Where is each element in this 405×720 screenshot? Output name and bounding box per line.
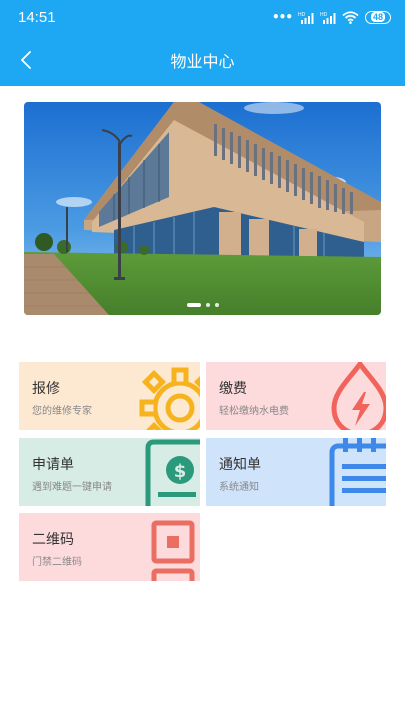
tile-title: 通知单 bbox=[219, 457, 261, 473]
status-bar: 14:51 ••• HD HD 48 bbox=[0, 0, 405, 34]
svg-text:HD: HD bbox=[320, 12, 328, 18]
tile-application[interactable]: $ 申请单 遇到难题一键申请 bbox=[19, 438, 200, 506]
status-time: 14:51 bbox=[18, 9, 56, 26]
carousel-dot[interactable] bbox=[205, 303, 210, 307]
battery-icon: 48 bbox=[365, 10, 391, 24]
tile-payment[interactable]: 缴费 轻松缴纳水电费 bbox=[206, 362, 386, 430]
svg-text:$: $ bbox=[174, 461, 187, 482]
tile-title: 二维码 bbox=[32, 532, 74, 548]
page-title: 物业中心 bbox=[170, 52, 235, 71]
tile-title: 缴费 bbox=[219, 381, 247, 397]
status-icons: ••• HD HD 48 bbox=[272, 9, 391, 25]
dollar-document-icon: $ bbox=[145, 439, 200, 506]
tile-title: 申请单 bbox=[32, 457, 74, 473]
tile-subtitle: 遇到难题一键申请 bbox=[32, 482, 112, 493]
tile-subtitle: 系统通知 bbox=[219, 482, 259, 493]
tile-subtitle: 门禁二维码 bbox=[32, 557, 82, 568]
tile-subtitle: 您的维修专家 bbox=[32, 406, 92, 417]
more-dots-icon: ••• bbox=[271, 10, 293, 24]
carousel-dot-active[interactable] bbox=[186, 303, 201, 307]
signal-icon-2: HD bbox=[320, 12, 336, 24]
tile-subtitle: 轻松缴纳水电费 bbox=[219, 406, 289, 417]
tile-title: 报修 bbox=[32, 381, 60, 397]
tile-notice[interactable]: 通知单 系统通知 bbox=[206, 438, 386, 506]
qr-code-icon bbox=[151, 520, 195, 581]
gear-icon bbox=[139, 367, 200, 430]
svg-text:HD: HD bbox=[298, 12, 306, 18]
signal-icon: HD bbox=[298, 12, 314, 24]
tile-qr-code[interactable]: 二维码 门禁二维码 bbox=[19, 513, 200, 581]
carousel-dot[interactable] bbox=[214, 303, 219, 307]
tile-repair[interactable]: 报修 您的维修专家 bbox=[19, 362, 200, 430]
drop-lightning-icon bbox=[331, 362, 386, 430]
top-bar: 14:51 ••• HD HD 48 物业中心 bbox=[0, 0, 405, 86]
banner-image bbox=[24, 102, 381, 315]
wifi-icon bbox=[342, 10, 359, 24]
banner-carousel[interactable] bbox=[24, 102, 381, 315]
nav-bar: 物业中心 bbox=[0, 34, 405, 86]
notepad-icon bbox=[329, 438, 386, 506]
carousel-indicator bbox=[24, 303, 381, 307]
battery-level: 48 bbox=[370, 11, 385, 22]
